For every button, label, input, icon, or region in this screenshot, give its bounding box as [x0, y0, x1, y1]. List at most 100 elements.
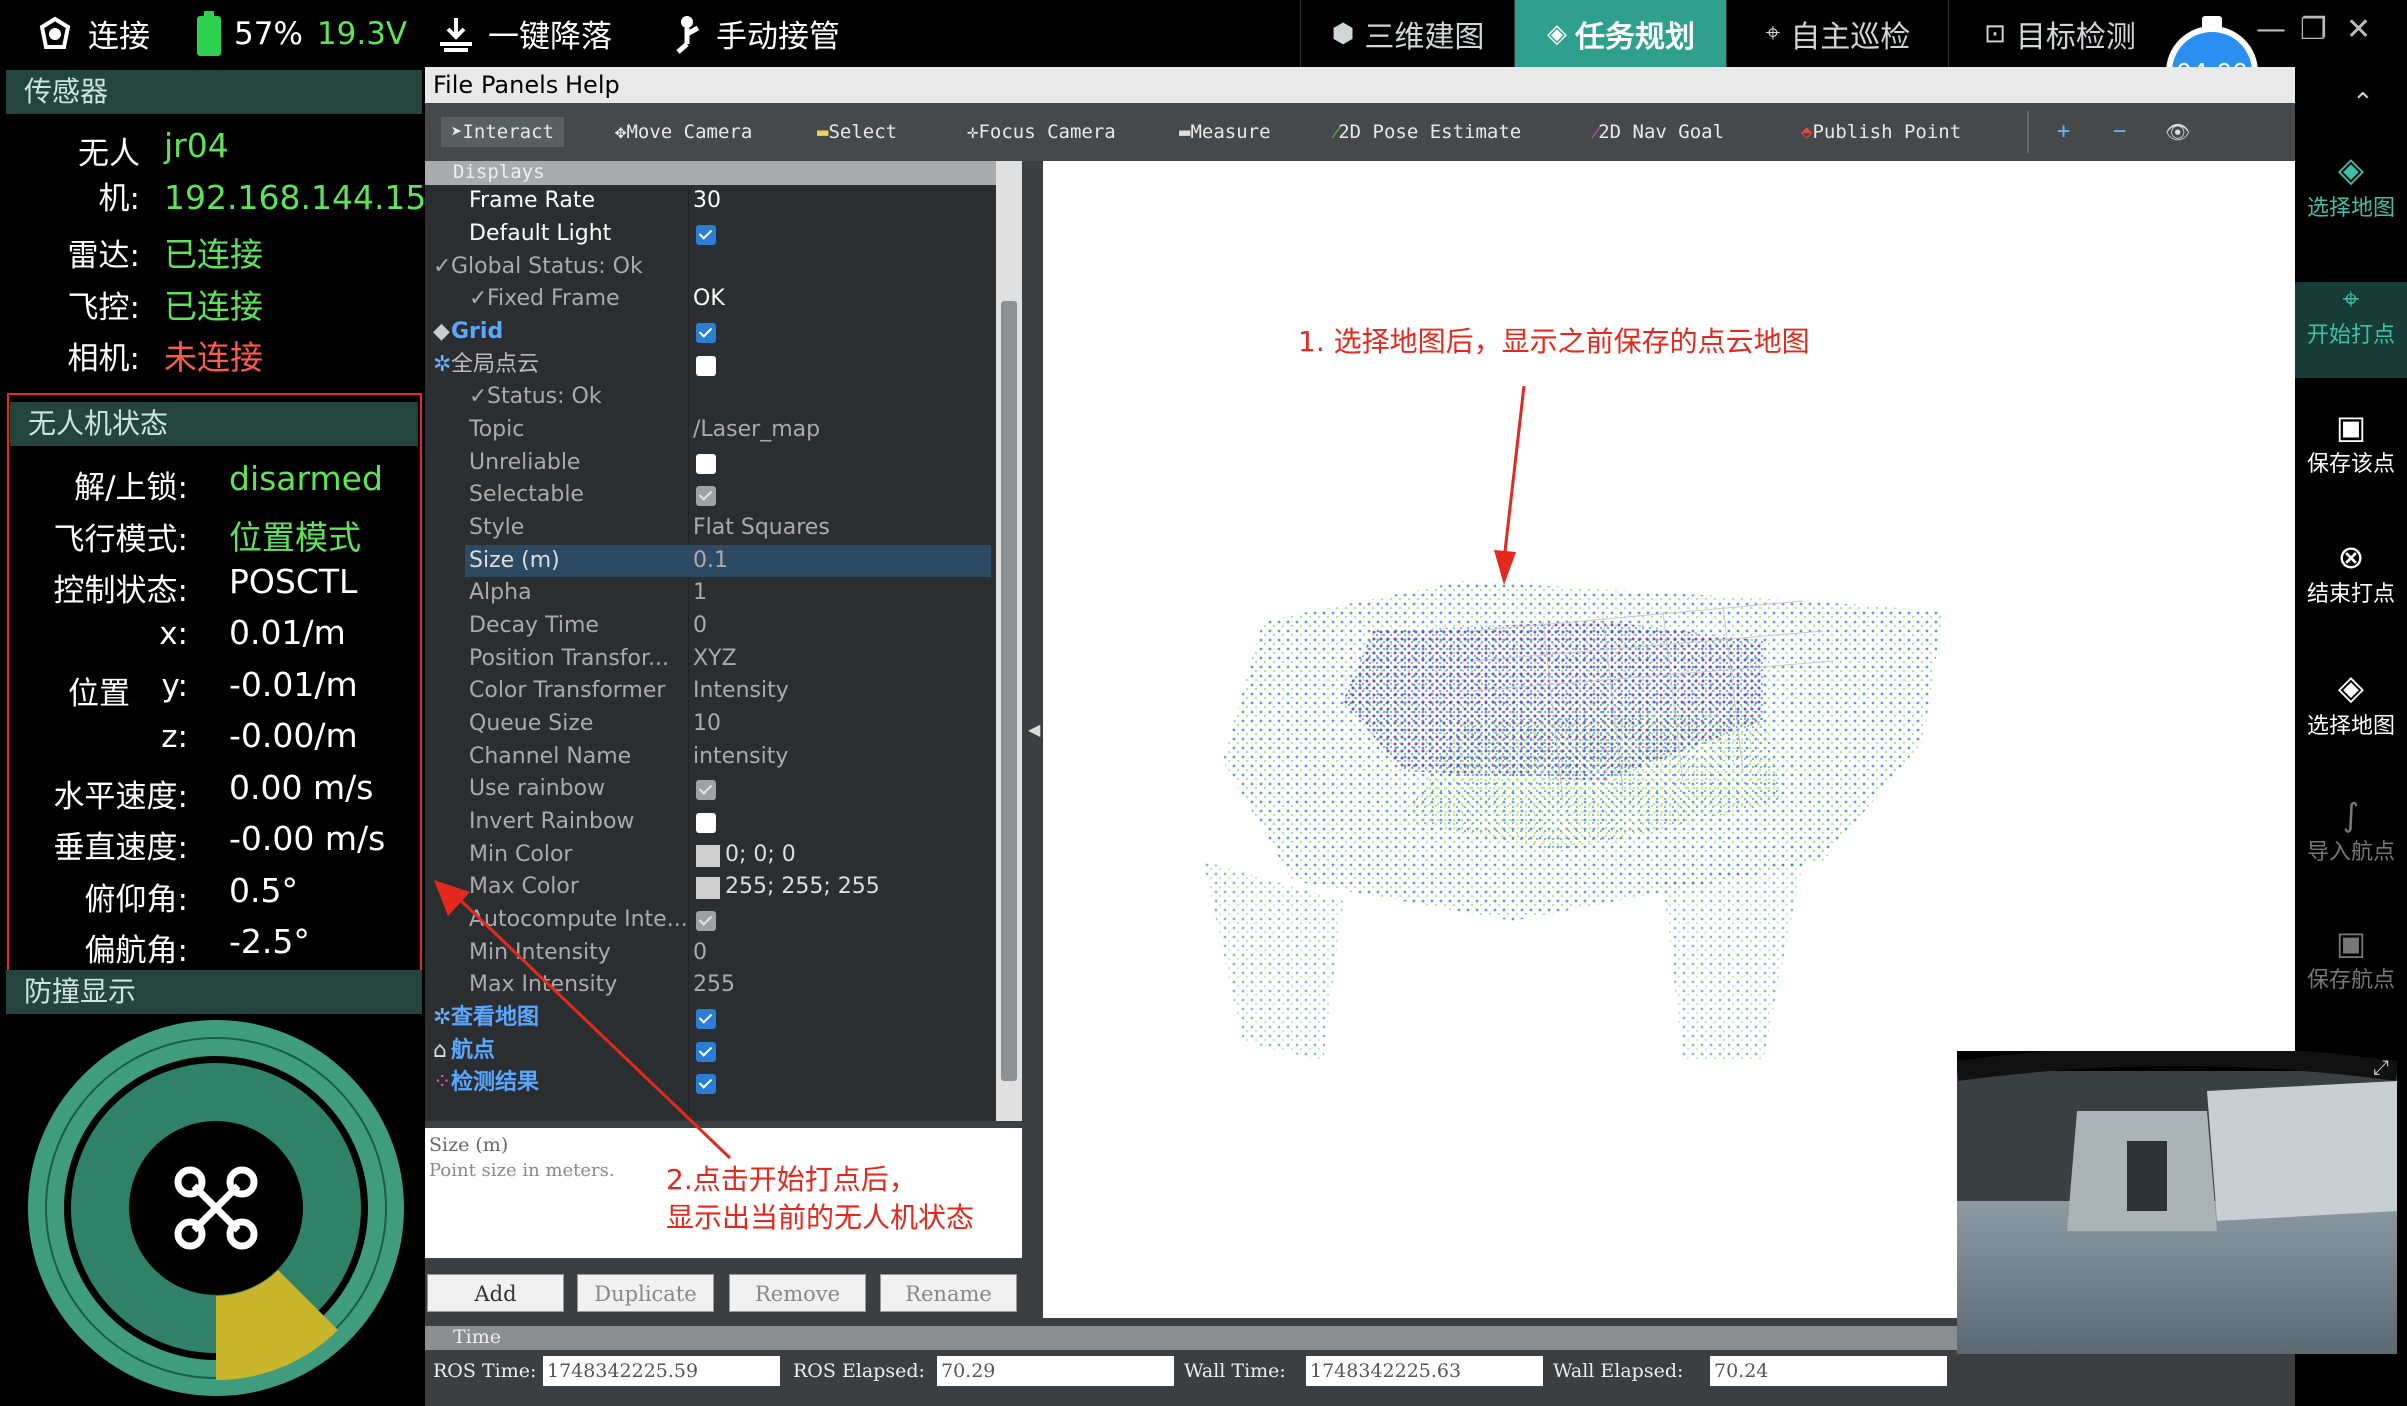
selectable-checkbox[interactable]	[696, 486, 716, 506]
camera-preview[interactable]: ⤢	[1955, 1046, 2399, 1354]
tool-focus-camera[interactable]: ✛Focus Camera	[967, 117, 1116, 147]
tool-interact[interactable]: ➤Interact	[441, 117, 564, 147]
prop-frame-rate[interactable]: Frame Rate 30	[425, 185, 990, 217]
minimize-icon[interactable]: —	[2256, 12, 2286, 47]
drone-name: jr04	[164, 126, 229, 165]
prop-grid[interactable]: ◆ Grid	[425, 316, 990, 348]
prop-name: Selectable	[469, 482, 584, 507]
fc-label: 飞控:	[67, 290, 140, 326]
use-rainbow-checkbox[interactable]	[696, 780, 716, 800]
sidebar-select-map-2[interactable]: ◈ 选择地图	[2295, 668, 2407, 740]
displays-scrollbar[interactable]	[996, 161, 1022, 1121]
restore-icon[interactable]: ❐	[2300, 12, 2327, 47]
tool-2d-nav-goal[interactable]: ⁄2D Nav Goal	[1595, 117, 1724, 147]
min-color-swatch[interactable]	[696, 845, 720, 867]
land-button[interactable]: 一键降落	[436, 0, 612, 67]
sidebar-select-map-label: 选择地图	[2306, 196, 2395, 221]
prop-fixed-frame[interactable]: ✓ Fixed Frame OK	[425, 283, 990, 315]
remove-button[interactable]: Remove	[729, 1274, 866, 1312]
move-icon: ✥	[615, 121, 627, 143]
battery-status: 57% 19.3V	[196, 0, 407, 67]
tab-patrol[interactable]: ⌖ 自主巡检	[1726, 0, 1949, 67]
prop-selectable[interactable]: Selectable	[425, 479, 990, 511]
menu-help[interactable]: Help	[565, 71, 620, 99]
prop-value: Flat Squares	[693, 515, 830, 540]
displays-title: Displays	[453, 161, 545, 183]
wall-time-field[interactable]: 1748342225.63	[1306, 1356, 1543, 1386]
default-light-checkbox[interactable]	[696, 225, 716, 245]
menu-panels[interactable]: Panels	[481, 71, 558, 99]
prop-style[interactable]: Style Flat Squares	[425, 512, 990, 544]
menu-file[interactable]: File	[433, 71, 473, 99]
prop-name: Use rainbow	[469, 776, 606, 801]
sidebar-import-waypoints[interactable]: ∫ 导入航点	[2295, 796, 2407, 866]
prop-name: Unreliable	[469, 450, 581, 475]
add-button[interactable]: Add	[427, 1274, 564, 1312]
tool-measure[interactable]: ▬Measure	[1179, 117, 1271, 147]
prop-use-rainbow[interactable]: Use rainbow	[425, 773, 990, 805]
tool-publish-point[interactable]: ⬘Publish Point	[1801, 117, 1961, 147]
invert-rainbow-checkbox[interactable]	[696, 813, 716, 833]
manual-takeover-button[interactable]: 手动接管	[670, 0, 840, 67]
prop-alpha[interactable]: Alpha 1	[425, 577, 990, 609]
view-options-icon[interactable]: 👁	[2165, 117, 2190, 147]
prop-channel-name[interactable]: Channel Name intensity	[425, 741, 990, 773]
close-icon[interactable]: ✕	[2346, 12, 2371, 47]
sidebar-select-map[interactable]: ◈ 选择地图	[2295, 150, 2407, 222]
prop-invert-rainbow[interactable]: Invert Rainbow	[425, 806, 990, 838]
prop-color-transformer[interactable]: Color Transformer Intensity	[425, 675, 990, 707]
ros-time-field[interactable]: 1748342225.59	[543, 1356, 780, 1386]
tool-2d-pose[interactable]: ⁄2D Pose Estimate	[1335, 117, 1521, 147]
sidebar-end-marking[interactable]: ⊗ 结束打点	[2295, 538, 2407, 608]
tab-detection[interactable]: ⊡ 目标检测	[1948, 0, 2171, 67]
prop-topic[interactable]: Topic/Laser_map	[425, 414, 990, 446]
tool-move-camera-label: Move Camera	[626, 121, 753, 143]
tab-detection-label: 目标检测	[2015, 19, 2136, 55]
tab-task-planning-label: 任务规划	[1575, 19, 1695, 55]
control-state-value: POSCTL	[229, 562, 358, 601]
expand-icon[interactable]: ⤢	[2373, 1055, 2389, 1079]
collapse-icon[interactable]: ⌃	[2352, 88, 2374, 118]
connect-button[interactable]: 连接	[34, 0, 150, 67]
sidebar-save-point-label: 保存该点	[2306, 452, 2395, 477]
camera-status: 未连接	[164, 338, 263, 377]
splitter-handle[interactable]: ◀	[1028, 720, 1040, 739]
toolbar-divider	[2027, 111, 2029, 153]
tool-select[interactable]: ▬Select	[817, 117, 897, 147]
sidebar-save-point[interactable]: ▣ 保存该点	[2295, 408, 2407, 478]
arm-label: 解/上锁:	[74, 470, 188, 506]
prop-cloud-status[interactable]: ✓ Status: Ok	[425, 381, 990, 413]
prop-unreliable[interactable]: Unreliable	[425, 447, 990, 479]
tab-3d-mapping[interactable]: ⬢ 三维建图	[1300, 0, 1515, 67]
landing-icon	[440, 17, 472, 52]
tool-move-camera[interactable]: ✥Move Camera	[615, 117, 752, 147]
sidebar-save-waypoints[interactable]: ▣ 保存航点	[2295, 924, 2407, 994]
rename-button[interactable]: Rename	[880, 1274, 1017, 1312]
prop-global-status[interactable]: ✓ Global Status: Ok	[425, 251, 990, 283]
pos-x-value: 0.01/m	[229, 613, 346, 652]
prop-default-light[interactable]: Default Light	[425, 218, 990, 250]
wall-elapsed-field[interactable]: 70.24	[1710, 1356, 1947, 1386]
prop-queue-size[interactable]: Queue Size 10	[425, 708, 990, 740]
grid-checkbox[interactable]	[696, 323, 716, 343]
prop-position-transformer[interactable]: Position Transfor... XYZ	[425, 643, 990, 675]
global-cloud-checkbox[interactable]	[696, 356, 716, 376]
ros-elapsed-field[interactable]: 70.29	[937, 1356, 1174, 1386]
prop-global-cloud[interactable]: ✲ 全局点云	[425, 349, 990, 381]
prop-decay-time[interactable]: Decay Time 0	[425, 610, 990, 642]
annotation-arrow-2	[434, 880, 732, 1160]
tab-task-planning[interactable]: ◈ 任务规划	[1514, 0, 1727, 67]
sidebar-start-marking[interactable]: ⌖ 开始打点	[2295, 282, 2407, 378]
duplicate-button[interactable]: Duplicate	[577, 1274, 714, 1312]
remove-tool-icon[interactable]: −	[2113, 117, 2126, 147]
unreliable-checkbox[interactable]	[696, 454, 716, 474]
prop-size-selected[interactable]: Size (m) 0.1	[465, 545, 991, 577]
prop-min-color[interactable]: Min Color 0; 0; 0	[425, 839, 990, 871]
prop-name: Fixed Frame	[487, 286, 620, 311]
scrollbar-thumb[interactable]	[1001, 301, 1017, 1081]
prop-name: Alpha	[469, 580, 532, 605]
pin-icon: ⬘	[1801, 121, 1813, 143]
pointcloud-icon: ✲	[433, 352, 452, 377]
annotation-2-line2: 显示出当前的无人机状态	[666, 1201, 975, 1234]
add-tool-icon[interactable]: +	[2057, 117, 2070, 147]
